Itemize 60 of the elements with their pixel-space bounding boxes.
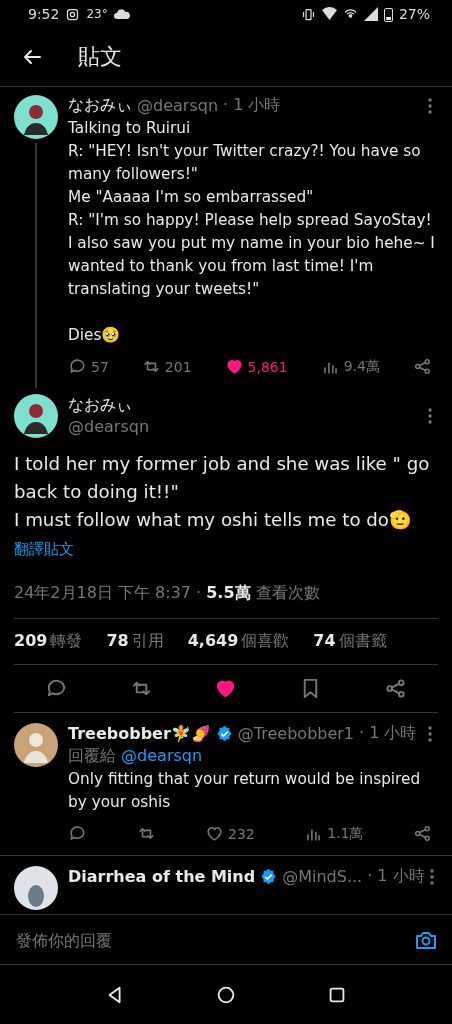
avatar[interactable]	[14, 95, 58, 139]
share-button[interactable]	[413, 824, 432, 843]
vibrate-icon	[300, 6, 316, 22]
temperature: 23°	[86, 7, 108, 21]
signal-icon	[363, 7, 378, 21]
wifi-icon	[321, 7, 337, 21]
reply-to-label: 回覆給	[68, 746, 116, 765]
views-button[interactable]: 1.1萬	[304, 824, 364, 843]
camera-icon	[65, 6, 81, 22]
more-icon[interactable]	[429, 868, 434, 885]
author-name: なおみぃ	[68, 95, 132, 116]
view-count: 5.5萬	[206, 583, 251, 604]
avatar[interactable]	[14, 866, 58, 910]
comment-icon	[68, 357, 87, 376]
views-label: 查看次數	[255, 583, 320, 604]
share-button[interactable]	[413, 357, 432, 376]
battery-icon	[383, 6, 393, 22]
author-name: Diarrhea of the Mind	[68, 867, 256, 886]
share-icon	[384, 677, 408, 700]
battery-level: 27%	[398, 6, 430, 22]
post-time: · 1 小時	[223, 95, 281, 116]
reply-button[interactable]	[68, 824, 87, 843]
engagement-count[interactable]: 78 引用	[106, 631, 164, 652]
reply-button[interactable]: 57	[68, 357, 109, 376]
author-handle: @dearsqn	[137, 96, 218, 115]
cloud-icon	[113, 8, 130, 20]
more-icon[interactable]	[428, 408, 432, 424]
share-button[interactable]	[384, 677, 408, 700]
author-name: なおみぃ	[68, 394, 133, 416]
more-icon[interactable]	[428, 725, 432, 742]
engagement-count[interactable]: 209 轉發	[14, 631, 83, 652]
reply-text: Only fitting that your return would be inspired by your oshis	[68, 769, 422, 813]
views-button[interactable]: 9.4萬	[320, 357, 380, 376]
engagement-count[interactable]: 4,649 個喜歡	[187, 631, 290, 652]
share-icon	[413, 357, 432, 376]
repost-button[interactable]: 201	[141, 357, 192, 376]
share-icon	[413, 824, 432, 843]
author-handle: @MindS...	[282, 867, 363, 886]
like-button[interactable]: 232	[205, 824, 255, 843]
circle-home-icon	[215, 984, 237, 1006]
clock: 9:52	[28, 6, 60, 22]
post-timestamp: 24年2月18日 下午 8:37 ·	[14, 583, 202, 604]
author-name: Treebobber🧚🍠	[68, 724, 211, 743]
like-button[interactable]: 5,861	[224, 357, 288, 376]
comment-icon	[68, 824, 87, 843]
avatar[interactable]	[14, 723, 58, 767]
home-nav-button[interactable]	[215, 984, 237, 1006]
avatar[interactable]	[14, 394, 58, 438]
reply-input-field[interactable]: 發佈你的回覆	[14, 929, 414, 951]
engagement-count[interactable]: 74 個書籤	[313, 631, 387, 652]
author-handle: @dearsqn	[68, 416, 149, 438]
post-time: · 1 小時	[367, 866, 425, 887]
author-handle: @Treebobber1	[237, 724, 355, 743]
post-text: Talking to Ruirui R: "HEY! Isn't your Twitter crazy?! You have so many followers!" Me "Aaaaa I'm so embarrassed" R: "I'm so happy! Please help spread SayoStay! I also saw you put my name in your bio hehe~ I wanted to thank you from last time! I'm translating your tweets!" Dies🥹	[68, 118, 436, 346]
translate-link[interactable]: 翻譯貼文	[14, 540, 74, 559]
post-text: I told her my former job and she was like " go back to doing it!!" I must follow what my oshi tells me to do🫡	[14, 452, 431, 532]
post-time: · 1 小時	[359, 723, 417, 744]
page-title: 貼文	[78, 43, 122, 71]
more-icon[interactable]	[428, 97, 432, 114]
mention-link[interactable]: @dearsqn	[121, 746, 203, 765]
